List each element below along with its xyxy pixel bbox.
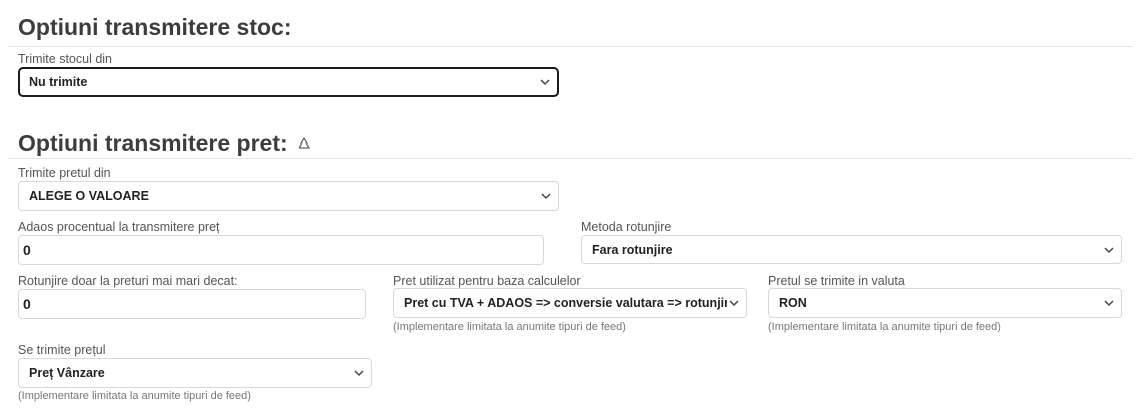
stock-source-label: Trimite stocul din — [18, 52, 113, 66]
base-select[interactable]: Pret cu TVA + ADAOS => conversie valutar… — [393, 288, 747, 318]
base-label: Pret utilizat pentru baza calculelor — [393, 274, 581, 288]
chevron-down-icon — [1104, 246, 1114, 253]
round-only-value: 0 — [23, 296, 31, 312]
currency-value: RON — [779, 296, 807, 310]
stock-section-title-text: Optiuni transmitere stoc: — [18, 14, 292, 40]
stock-source-value: Nu trimite — [29, 75, 88, 89]
chevron-down-icon — [540, 79, 550, 86]
currency-label: Pretul se trimite in valuta — [768, 274, 905, 288]
recycle-icon[interactable] — [296, 136, 312, 152]
round-only-input[interactable]: 0 — [18, 289, 366, 319]
markup-label: Adaos procentual la transmitere preț — [18, 220, 220, 234]
rounding-label: Metoda rotunjire — [581, 220, 672, 234]
markup-value: 0 — [23, 242, 31, 258]
stock-source-select[interactable]: Nu trimite — [18, 67, 559, 97]
price-section-title: Optiuni transmitere pret: — [18, 130, 312, 157]
chevron-down-icon — [729, 300, 739, 307]
sent-price-label: Se trimite prețul — [18, 343, 106, 357]
price-source-select[interactable]: ALEGE O VALOARE — [18, 181, 559, 211]
price-source-value: ALEGE O VALOARE — [29, 189, 149, 203]
chevron-down-icon — [541, 193, 551, 200]
sent-price-select[interactable]: Preț Vânzare — [18, 358, 372, 388]
price-section-title-text: Optiuni transmitere pret: — [18, 130, 288, 156]
base-help: (Implementare limitata la anumite tipuri… — [393, 321, 626, 333]
rounding-value: Fara rotunjire — [592, 242, 673, 257]
currency-help: (Implementare limitata la anumite tipuri… — [768, 321, 1001, 333]
base-value: Pret cu TVA + ADAOS => conversie valutar… — [404, 296, 727, 310]
chevron-down-icon — [354, 370, 364, 377]
price-source-label: Trimite pretul din — [18, 166, 111, 180]
sent-price-value: Preț Vânzare — [29, 366, 105, 380]
rounding-select[interactable]: Fara rotunjire — [581, 235, 1122, 264]
currency-select[interactable]: RON — [768, 288, 1122, 318]
price-divider — [8, 158, 1133, 159]
sent-price-help: (Implementare limitata la anumite tipuri… — [18, 390, 251, 402]
markup-input[interactable]: 0 — [18, 235, 544, 265]
round-only-label: Rotunjire doar la preturi mai mari decat… — [18, 274, 238, 288]
stock-section-title: Optiuni transmitere stoc: — [18, 14, 291, 41]
chevron-down-icon — [1104, 300, 1114, 307]
stock-divider — [8, 46, 1133, 47]
